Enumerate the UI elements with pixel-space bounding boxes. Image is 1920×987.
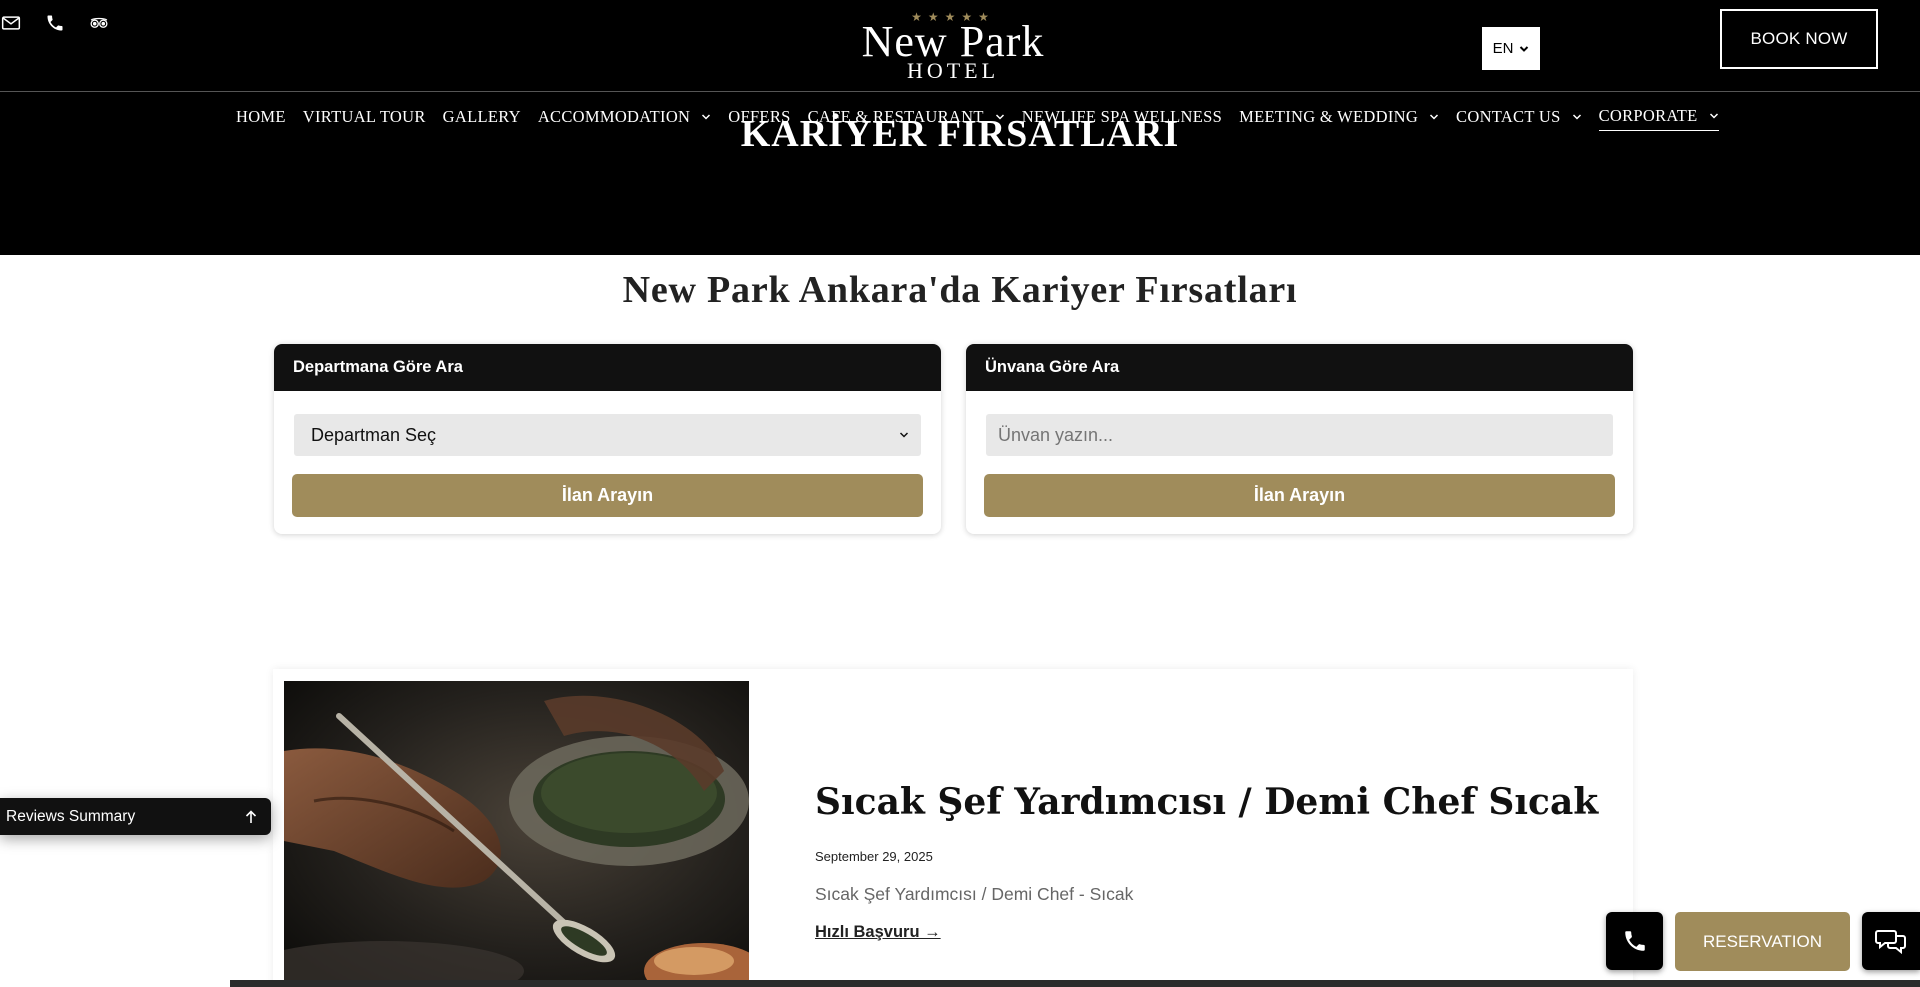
logo-subtitle: HOTEL [906, 58, 1000, 83]
department-search-button[interactable]: İlan Arayın [292, 474, 923, 517]
chevron-down-icon [1430, 113, 1439, 120]
nav-item-gallery[interactable]: GALLERY [443, 106, 521, 131]
nav-label: OFFERS [728, 106, 791, 126]
title-search-input[interactable]: Ünvan yazın... [986, 414, 1613, 456]
title-search-button[interactable]: İlan Arayın [984, 474, 1615, 517]
select-value: Departman Seç [311, 424, 437, 445]
header-top-bar: ★★★★★ New Park HOTEL EN BOOK NOW [0, 0, 1920, 92]
reviews-label: Reviews Summary [6, 807, 136, 825]
chevron-down-icon [1520, 45, 1529, 52]
chat-button[interactable] [1862, 912, 1920, 970]
card-heading: Ünvana Göre Ara [966, 344, 1633, 391]
chevron-down-icon [1709, 113, 1718, 119]
phone-icon [1624, 931, 1645, 951]
book-now-button[interactable]: BOOK NOW [1720, 9, 1878, 69]
job-listing-card: Sıcak Şef Yardımcısı / Demi Chef Sıcak S… [273, 669, 1633, 987]
nav-label: CAFE & RESTAURANT [807, 106, 984, 126]
job-title[interactable]: Sıcak Şef Yardımcısı / Demi Chef Sıcak [815, 781, 1598, 823]
nav-label: CORPORATE [1598, 106, 1698, 125]
chevron-down-icon [995, 113, 1004, 120]
title-search-card: Ünvana Göre Ara Ünvan yazın... İlan Aray… [966, 344, 1633, 534]
arrow-up-icon [245, 809, 257, 823]
hero-banner: ★★★★★ New Park HOTEL EN BOOK NOW HOME VI… [0, 0, 1920, 255]
chat-icon [1875, 930, 1906, 955]
call-button[interactable] [1606, 912, 1663, 970]
nav-item-corporate[interactable]: CORPORATE [1598, 106, 1719, 131]
phone-icon[interactable] [44, 12, 66, 34]
nav-label: VIRTUAL TOUR [302, 106, 426, 126]
page-title: New Park Ankara'da Kariyer Fırsatları [622, 269, 1298, 311]
quick-apply-link[interactable]: Hızlı Başvuru → [815, 923, 941, 942]
job-description: Sıcak Şef Yardımcısı / Demi Chef - Sıcak [815, 884, 1134, 904]
tripadvisor-icon[interactable] [88, 12, 110, 34]
main-navigation: HOME VIRTUAL TOUR GALLERY ACCOMMODATION … [236, 106, 1736, 131]
contact-icons [0, 12, 110, 34]
nav-item-meeting-wedding[interactable]: MEETING & WEDDING [1239, 106, 1439, 131]
chevron-down-icon [899, 432, 909, 438]
nav-label: HOME [236, 106, 286, 126]
nav-item-spa-wellness[interactable]: NEWLIFE SPA WELLNESS [1022, 106, 1222, 131]
input-placeholder: Ünvan yazın... [998, 424, 1114, 445]
hotel-logo[interactable]: ★★★★★ New Park HOTEL [855, 10, 1051, 82]
chevron-down-icon [1572, 113, 1581, 120]
department-search-card: Departmana Göre Ara Departman Seç İlan A… [274, 344, 941, 534]
nav-label: CONTACT US [1456, 106, 1561, 126]
nav-item-cafe-restaurant[interactable]: CAFE & RESTAURANT [808, 106, 1005, 131]
nav-item-accommodation[interactable]: ACCOMMODATION [538, 106, 711, 131]
card-heading: Departmana Göre Ara [274, 344, 941, 391]
nav-label: ACCOMMODATION [537, 106, 691, 126]
nav-item-contact-us[interactable]: CONTACT US [1456, 106, 1582, 131]
nav-item-virtual-tour[interactable]: VIRTUAL TOUR [303, 106, 426, 131]
nav-label: NEWLIFE SPA WELLNESS [1021, 106, 1223, 126]
job-date: September 29, 2025 [815, 849, 933, 864]
nav-label: MEETING & WEDDING [1239, 106, 1419, 126]
nav-item-offers[interactable]: OFFERS [728, 106, 790, 131]
mail-icon[interactable] [0, 12, 22, 34]
department-select[interactable]: Departman Seç [294, 414, 921, 456]
reviews-summary-tab[interactable]: Reviews Summary [0, 798, 271, 835]
nav-label: GALLERY [442, 106, 521, 126]
nav-item-home[interactable]: HOME [236, 106, 286, 131]
language-selector[interactable]: EN [1482, 27, 1540, 70]
bottom-edge-bar [230, 980, 1920, 987]
language-label: EN [1492, 40, 1514, 57]
reservation-button[interactable]: RESERVATION [1675, 912, 1850, 971]
job-image [284, 681, 749, 987]
chevron-down-icon [702, 113, 711, 120]
